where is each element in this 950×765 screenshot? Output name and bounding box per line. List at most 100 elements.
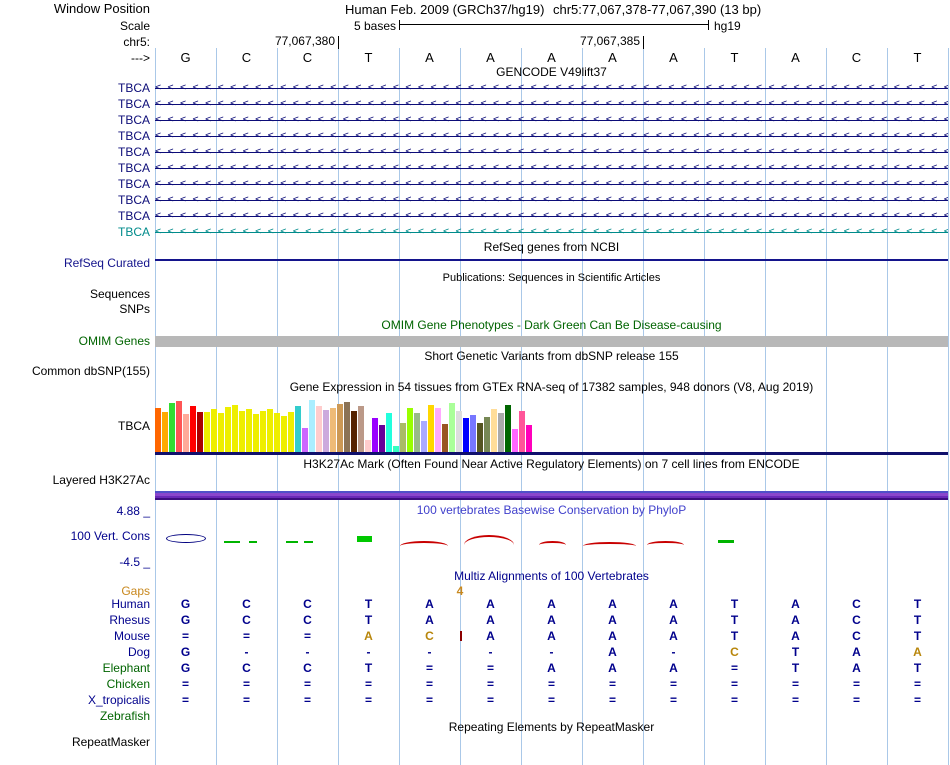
multiz-title[interactable]: Multiz Alignments of 100 Vertebrates xyxy=(155,570,948,583)
publications-sequences-label[interactable]: Sequences xyxy=(0,287,150,301)
alignment-base: A xyxy=(669,613,678,627)
conservation-label[interactable]: 100 Vert. Cons xyxy=(0,529,150,543)
gene-label-tbca[interactable]: TBCA xyxy=(0,113,150,127)
gene-row[interactable]: <<<<<<<<<<<<<<<<<<<<<<<<<<<<<<<<<<<<<<<<… xyxy=(155,177,948,191)
alignment-base: = xyxy=(547,677,555,691)
gtex-tissue-bar xyxy=(449,403,455,452)
gene-label-tbca[interactable]: TBCA xyxy=(0,97,150,111)
gtex-tissue-bar xyxy=(470,415,476,452)
omim-title[interactable]: OMIM Gene Phenotypes - Dark Green Can Be… xyxy=(155,319,948,332)
gtex-tissue-bar xyxy=(337,404,343,452)
alignment-base: G xyxy=(180,613,191,627)
alignment-base: = xyxy=(181,693,189,707)
h3k27ac-label[interactable]: Layered H3K27Ac xyxy=(0,473,150,487)
alignment-base: T xyxy=(364,613,373,627)
gene-label-tbca[interactable]: TBCA xyxy=(0,209,150,223)
strand-label: ---> xyxy=(131,51,150,65)
alignment-row[interactable]: GCCTAAAAATACT xyxy=(155,613,948,627)
gap-size-marker: 4 xyxy=(456,584,464,598)
h3k27ac-signal-bar[interactable] xyxy=(155,491,948,500)
gene-label-tbca[interactable]: TBCA xyxy=(0,225,150,239)
gene-row[interactable]: <<<<<<<<<<<<<<<<<<<<<<<<<<<<<<<<<<<<<<<<… xyxy=(155,145,948,159)
sequence-base: A xyxy=(669,50,678,65)
gene-label-tbca[interactable]: TBCA xyxy=(0,81,150,95)
alignment-base: = xyxy=(547,693,555,707)
conservation-title[interactable]: 100 vertebrates Basewise Conservation by… xyxy=(155,504,948,517)
omim-genes-label[interactable]: OMIM Genes xyxy=(0,334,150,348)
sequence-row[interactable]: GCCTAAAAATACT xyxy=(155,50,948,65)
alignment-base: = xyxy=(669,677,677,691)
alignment-base: = xyxy=(425,677,433,691)
refseq-curated-label[interactable]: RefSeq Curated xyxy=(0,256,150,270)
gtex-title[interactable]: Gene Expression in 54 tissues from GTEx … xyxy=(155,381,948,394)
dbsnp-label[interactable]: Common dbSNP(155) xyxy=(0,364,150,378)
alignment-base: = xyxy=(852,693,860,707)
alignment-row[interactable]: = = = = = = = = = = = = = xyxy=(155,677,948,691)
refseq-title[interactable]: RefSeq genes from NCBI xyxy=(155,241,948,254)
gene-row[interactable]: <<<<<<<<<<<<<<<<<<<<<<<<<<<<<<<<<<<<<<<<… xyxy=(155,193,948,207)
alignment-base: A xyxy=(486,597,495,611)
alignment-row[interactable]: = = = A C A A A A T A C T xyxy=(155,629,948,643)
gene-label-tbca[interactable]: TBCA xyxy=(0,161,150,175)
gene-row[interactable]: <<<<<<<<<<<<<<<<<<<<<<<<<<<<<<<<<<<<<<<<… xyxy=(155,161,948,175)
gene-row[interactable]: <<<<<<<<<<<<<<<<<<<<<<<<<<<<<<<<<<<<<<<<… xyxy=(155,129,948,143)
alignment-row[interactable]: G C C T = = A A A = T A T xyxy=(155,661,948,675)
species-label-mouse[interactable]: Mouse xyxy=(0,629,150,643)
gene-row[interactable]: <<<<<<<<<<<<<<<<<<<<<<<<<<<<<<<<<<<<<<<<… xyxy=(155,113,948,127)
alignment-base: - xyxy=(244,645,249,659)
alignment-base: A xyxy=(547,597,556,611)
publications-title[interactable]: Publications: Sequences in Scientific Ar… xyxy=(155,272,948,285)
gtex-tissue-bar xyxy=(372,418,378,452)
repeatmasker-label[interactable]: RepeatMasker xyxy=(0,735,150,749)
gene-label-tbca[interactable]: TBCA xyxy=(0,129,150,143)
gene-label-tbca[interactable]: TBCA xyxy=(0,177,150,191)
alignment-base: A xyxy=(669,597,678,611)
alignment-row[interactable]: = = = = = = = = = = = = = xyxy=(155,693,948,707)
gene-row[interactable]: <<<<<<<<<<<<<<<<<<<<<<<<<<<<<<<<<<<<<<<<… xyxy=(155,225,948,239)
species-label-rhesus[interactable]: Rhesus xyxy=(0,613,150,627)
species-label-zebrafish[interactable]: Zebrafish xyxy=(0,709,150,723)
alignment-base: = xyxy=(608,677,616,691)
alignment-base: A xyxy=(486,629,495,643)
alignment-base: = xyxy=(791,677,799,691)
species-label-x_tropicalis[interactable]: X_tropicalis xyxy=(0,693,150,707)
gtex-gene-label[interactable]: TBCA xyxy=(0,419,150,433)
alignment-base: = xyxy=(242,693,250,707)
refseq-gene-line[interactable] xyxy=(155,259,948,261)
alignment-base: T xyxy=(364,661,373,675)
gene-label-tbca[interactable]: TBCA xyxy=(0,193,150,207)
alignment-row[interactable]: GCCTAAAAATACT xyxy=(155,597,948,611)
strand-arrows: <<<<<<<<<<<<<<<<<<<<<<<<<<<<<<<<<<<<<<<<… xyxy=(155,130,948,141)
alignment-base: A xyxy=(608,597,617,611)
gtex-tissue-bar xyxy=(505,405,511,452)
dbsnp-title[interactable]: Short Genetic Variants from dbSNP releas… xyxy=(155,350,948,363)
species-label-elephant[interactable]: Elephant xyxy=(0,661,150,675)
alignment-base: T xyxy=(364,597,373,611)
conservation-mark xyxy=(647,541,684,545)
gencode-title[interactable]: GENCODE V49lift37 xyxy=(155,66,948,79)
species-label-dog[interactable]: Dog xyxy=(0,645,150,659)
gene-row[interactable]: <<<<<<<<<<<<<<<<<<<<<<<<<<<<<<<<<<<<<<<<… xyxy=(155,97,948,111)
h3k27ac-title[interactable]: H3K27Ac Mark (Often Found Near Active Re… xyxy=(155,458,948,471)
gtex-tissue-bar xyxy=(484,417,490,452)
species-label-human[interactable]: Human xyxy=(0,597,150,611)
gene-row[interactable]: <<<<<<<<<<<<<<<<<<<<<<<<<<<<<<<<<<<<<<<<… xyxy=(155,81,948,95)
strand-arrows: <<<<<<<<<<<<<<<<<<<<<<<<<<<<<<<<<<<<<<<<… xyxy=(155,210,948,221)
gtex-tissue-bar xyxy=(267,409,273,452)
alignment-row[interactable]: G------A-CTAA xyxy=(155,645,948,659)
scale-assembly-label: hg19 xyxy=(714,19,741,33)
gtex-tissue-bar xyxy=(498,413,504,452)
gene-label-tbca[interactable]: TBCA xyxy=(0,145,150,159)
omim-gene-bar[interactable] xyxy=(155,336,948,347)
publications-snps-label[interactable]: SNPs xyxy=(0,302,150,316)
repeatmasker-title[interactable]: Repeating Elements by RepeatMasker xyxy=(155,721,948,734)
multiz-rows[interactable]: G C C T A A A A A T A C T G C C T A A A A A T A C T = = = A C A A A A T A C T G… xyxy=(155,597,948,725)
species-label-chicken[interactable]: Chicken xyxy=(0,677,150,691)
gene-row[interactable]: <<<<<<<<<<<<<<<<<<<<<<<<<<<<<<<<<<<<<<<<… xyxy=(155,209,948,223)
gtex-bars[interactable] xyxy=(155,397,948,452)
alignment-base: = xyxy=(730,661,738,675)
gtex-tissue-bar xyxy=(407,408,413,452)
gaps-label[interactable]: Gaps xyxy=(0,584,150,598)
strand-arrows: <<<<<<<<<<<<<<<<<<<<<<<<<<<<<<<<<<<<<<<<… xyxy=(155,178,948,189)
gtex-tissue-bar xyxy=(169,403,175,452)
